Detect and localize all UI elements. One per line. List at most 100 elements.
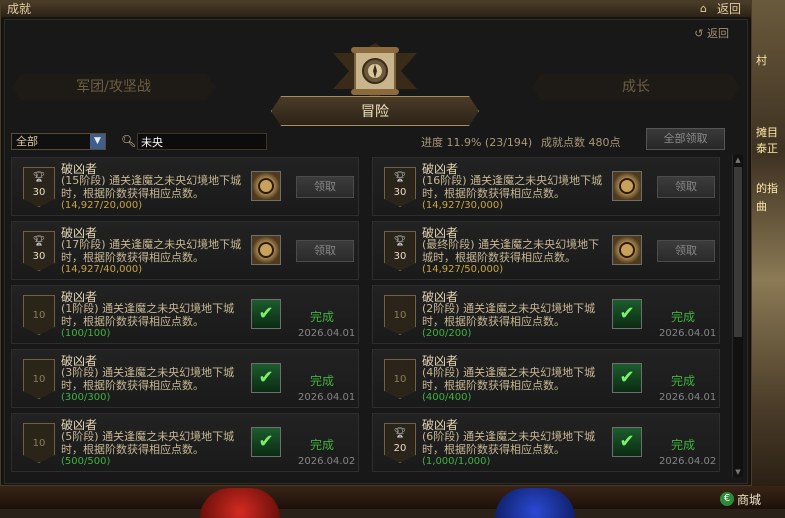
- badge-points: 30: [32, 251, 46, 262]
- achievement-progress: (14,927/50,000): [422, 264, 504, 275]
- trophy-icon: 🏆︎: [393, 428, 407, 439]
- complete-date: 2026.04.01: [298, 328, 356, 339]
- search-input[interactable]: [137, 133, 267, 150]
- trophy-icon: 🏆︎: [393, 236, 407, 247]
- back-button[interactable]: 返回: [717, 1, 741, 17]
- side-text: 摊目: [756, 126, 778, 139]
- achievement-desc: (5阶段) 通关逢魔之未央幻境地下城时，根据阶数获得相应点数。: [61, 430, 235, 456]
- achievement-progress: (500/500): [61, 456, 111, 467]
- category-dropdown[interactable]: 全部 ▼: [11, 133, 106, 150]
- complete-status: 完成: [310, 310, 335, 324]
- mall-icon: €: [720, 492, 734, 506]
- complete-check-icon: ✔: [612, 363, 642, 393]
- achievement-card: 🏆︎ 30 破凶者 (15阶段) 通关逢魔之未央幻境地下城时，根据阶数获得相应点数。(…: [11, 157, 359, 216]
- achievement-card: 10 破凶者 (2阶段) 通关逢魔之未央幻境地下城时，根据阶数获得相应点数。 (200…: [372, 285, 720, 344]
- window-title: 成就: [7, 2, 32, 16]
- reward-icon[interactable]: [251, 171, 281, 201]
- home-icon[interactable]: ⌂: [700, 2, 707, 15]
- badge-points: 10: [393, 310, 407, 321]
- achievement-window: 成就 ⌂ 返回 ↺ 返回 军团/攻坚战 冒险 成长 全部 ▼ 🔍︎ 进度 11.…: [0, 0, 752, 486]
- achievement-desc: (4阶段) 通关逢魔之未央幻境地下城时，根据阶数获得相应点数。: [422, 366, 596, 392]
- achievement-card: 10 破凶者 (5阶段) 通关逢魔之未央幻境地下城时，根据阶数获得相应点数。 (500…: [11, 413, 359, 472]
- badge-points: 10: [393, 374, 407, 385]
- achievement-desc: (3阶段) 通关逢魔之未央幻境地下城时，根据阶数获得相应点数。: [61, 366, 235, 392]
- achievement-desc: (16阶段) 通关逢魔之未央幻境地下城时，根据阶数获得相应点数。: [422, 174, 603, 200]
- point-badge: 🏆︎ 30: [23, 167, 55, 207]
- achievement-list: 🏆︎ 30 破凶者 (15阶段) 通关逢魔之未央幻境地下城时，根据阶数获得相应点数。(…: [11, 157, 721, 479]
- trophy-icon: 🏆︎: [393, 172, 407, 183]
- point-badge: 10: [23, 423, 55, 463]
- claim-button[interactable]: 领取: [657, 176, 715, 198]
- point-badge: 🏆︎ 20: [384, 423, 416, 463]
- reward-icon[interactable]: [612, 235, 642, 265]
- trophy-icon: 🏆︎: [32, 236, 46, 247]
- point-badge: 10: [384, 295, 416, 335]
- chevron-down-icon[interactable]: ▼: [90, 134, 105, 149]
- complete-date: 2026.04.02: [659, 456, 717, 467]
- tab-adventure[interactable]: 冒险: [271, 96, 479, 126]
- reward-icon[interactable]: [612, 171, 642, 201]
- side-text: 曲: [756, 200, 767, 213]
- mall-button[interactable]: € 商城: [720, 490, 761, 508]
- complete-status: 完成: [671, 310, 696, 324]
- achievement-desc: (1阶段) 通关逢魔之未央幻境地下城时，根据阶数获得相应点数。: [61, 302, 235, 328]
- complete-check-icon: ✔: [251, 299, 281, 329]
- complete-status: 完成: [310, 374, 335, 388]
- complete-status: 完成: [310, 438, 335, 452]
- claim-button[interactable]: 领取: [296, 176, 354, 198]
- scroll-down-icon[interactable]: ▼: [733, 467, 743, 477]
- achievement-card: 10 破凶者 (3阶段) 通关逢魔之未央幻境地下城时，根据阶数获得相应点数。 (300…: [11, 349, 359, 408]
- point-badge: 10: [23, 359, 55, 399]
- claim-all-button[interactable]: 全部领取: [646, 128, 725, 150]
- badge-points: 30: [32, 187, 46, 198]
- achievement-progress: (300/300): [61, 392, 111, 403]
- achievement-card: 🏆︎ 20 破凶者 (6阶段) 通关逢魔之未央幻境地下城时，根据阶数获得相应点数。 (1…: [372, 413, 720, 472]
- scroll-emblem-icon: [333, 43, 417, 99]
- trophy-icon: 🏆︎: [32, 172, 46, 183]
- badge-points: 10: [32, 310, 46, 321]
- achievement-card: 10 破凶者 (4阶段) 通关逢魔之未央幻境地下城时，根据阶数获得相应点数。 (400…: [372, 349, 720, 408]
- badge-points: 30: [393, 187, 407, 198]
- point-badge: 🏆︎ 30: [384, 167, 416, 207]
- achievement-card: 🏆︎ 30 破凶者 (最终阶段) 通关逢魔之未央幻境地下城时，根据阶数获得相应点数。(…: [372, 221, 720, 280]
- side-text: 泰正: [756, 142, 778, 155]
- scroll-up-icon[interactable]: ▲: [733, 155, 743, 165]
- complete-date: 2026.04.01: [298, 392, 356, 403]
- bottom-hud: [0, 486, 785, 509]
- badge-points: 10: [32, 438, 46, 449]
- complete-status: 完成: [671, 438, 696, 452]
- search-icon: 🔍︎: [121, 134, 137, 148]
- point-badge: 🏆︎ 30: [384, 231, 416, 271]
- badge-points: 20: [393, 443, 407, 454]
- claim-button[interactable]: 领取: [657, 240, 715, 262]
- complete-check-icon: ✔: [612, 299, 642, 329]
- inner-back-button[interactable]: ↺ 返回: [694, 25, 729, 41]
- side-text: 的指: [756, 182, 778, 195]
- reward-icon[interactable]: [251, 235, 281, 265]
- achievement-progress: (100/100): [61, 328, 111, 339]
- tab-legion[interactable]: 军团/攻坚战: [11, 74, 216, 100]
- achievement-progress: (14,927/20,000): [61, 200, 143, 211]
- claim-button[interactable]: 领取: [296, 240, 354, 262]
- complete-status: 完成: [671, 374, 696, 388]
- complete-date: 2026.04.01: [659, 392, 717, 403]
- point-badge: 10: [384, 359, 416, 399]
- progress-text: 进度 11.9% (23/194): [421, 136, 533, 149]
- badge-points: 10: [32, 374, 46, 385]
- achievement-card: 🏆︎ 30 破凶者 (16阶段) 通关逢魔之未央幻境地下城时，根据阶数获得相应点数。(…: [372, 157, 720, 216]
- complete-check-icon: ✔: [251, 427, 281, 457]
- tab-growth[interactable]: 成长: [531, 74, 741, 100]
- inner-back-label: 返回: [707, 27, 729, 40]
- complete-date: 2026.04.02: [298, 456, 356, 467]
- complete-check-icon: ✔: [251, 363, 281, 393]
- achievement-desc: (15阶段) 通关逢魔之未央幻境地下城时，根据阶数获得相应点数。: [61, 174, 242, 200]
- points-text: 成就点数 480点: [541, 136, 621, 149]
- achievement-desc: (最终阶段) 通关逢魔之未央幻境地下城时，根据阶数获得相应点数。: [422, 238, 600, 264]
- list-scrollbar[interactable]: ▲ ▼: [732, 155, 743, 477]
- point-badge: 🏆︎ 30: [23, 231, 55, 271]
- achievement-desc: (6阶段) 通关逢魔之未央幻境地下城时，根据阶数获得相应点数。: [422, 430, 596, 456]
- badge-points: 30: [393, 251, 407, 262]
- scroll-thumb[interactable]: [734, 167, 742, 337]
- game-scene-background: 村 摊目 泰正 的指 曲: [752, 0, 785, 509]
- achievement-card: 10 破凶者 (1阶段) 通关逢魔之未央幻境地下城时，根据阶数获得相应点数。 (100…: [11, 285, 359, 344]
